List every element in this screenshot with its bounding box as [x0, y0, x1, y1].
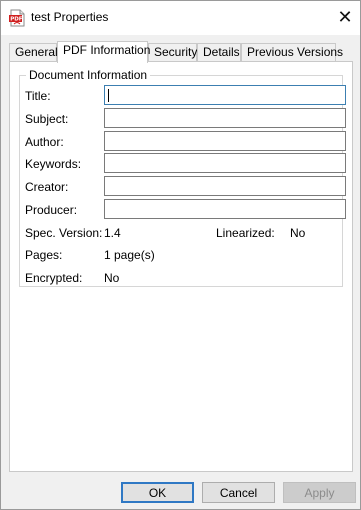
author-label: Author: — [25, 135, 64, 149]
pages-label: Pages: — [25, 248, 63, 262]
subject-field[interactable] — [104, 108, 346, 128]
ok-button[interactable]: OK — [121, 482, 194, 503]
document-information-group: Document Information Title: Subject: Aut… — [19, 68, 346, 287]
svg-text:PDF: PDF — [10, 17, 23, 23]
tab-details[interactable]: Details — [197, 43, 241, 61]
group-label: Document Information — [26, 68, 151, 82]
pdf-document-icon: PDF — [9, 9, 25, 27]
linearized-label: Linearized: — [216, 226, 275, 240]
spec-version-label: Spec. Version: — [25, 226, 103, 240]
creator-label: Creator: — [25, 180, 69, 194]
title-bar: PDF test Properties ✕ — [1, 1, 360, 35]
pdf-information-panel: Document Information Title: Subject: Aut… — [9, 61, 353, 472]
linearized-value: No — [290, 226, 306, 240]
close-icon: ✕ — [337, 7, 353, 27]
keywords-label: Keywords: — [25, 157, 82, 171]
keywords-field[interactable] — [104, 153, 346, 173]
tab-security[interactable]: Security — [148, 43, 197, 61]
properties-dialog: PDF test Properties ✕ General PDF Inform… — [0, 0, 361, 510]
apply-button[interactable]: Apply — [283, 482, 356, 503]
creator-field[interactable] — [104, 176, 346, 196]
producer-field[interactable] — [104, 199, 346, 219]
text-caret — [108, 89, 109, 102]
spec-version-value: 1.4 — [104, 226, 121, 240]
tab-pdf-information[interactable]: PDF Information — [57, 41, 150, 63]
title-field[interactable] — [104, 85, 346, 105]
window-title: test Properties — [31, 10, 109, 24]
subject-label: Subject: — [25, 112, 69, 126]
producer-label: Producer: — [25, 203, 78, 217]
cancel-button[interactable]: Cancel — [202, 482, 275, 503]
encrypted-label: Encrypted: — [25, 271, 83, 285]
title-label: Title: — [25, 89, 51, 103]
author-field[interactable] — [104, 131, 346, 151]
close-button[interactable]: ✕ — [333, 5, 357, 29]
tab-general[interactable]: General — [9, 43, 58, 61]
pages-value: 1 page(s) — [104, 248, 155, 262]
encrypted-value: No — [104, 271, 120, 285]
tab-previous-versions[interactable]: Previous Versions — [241, 43, 343, 61]
